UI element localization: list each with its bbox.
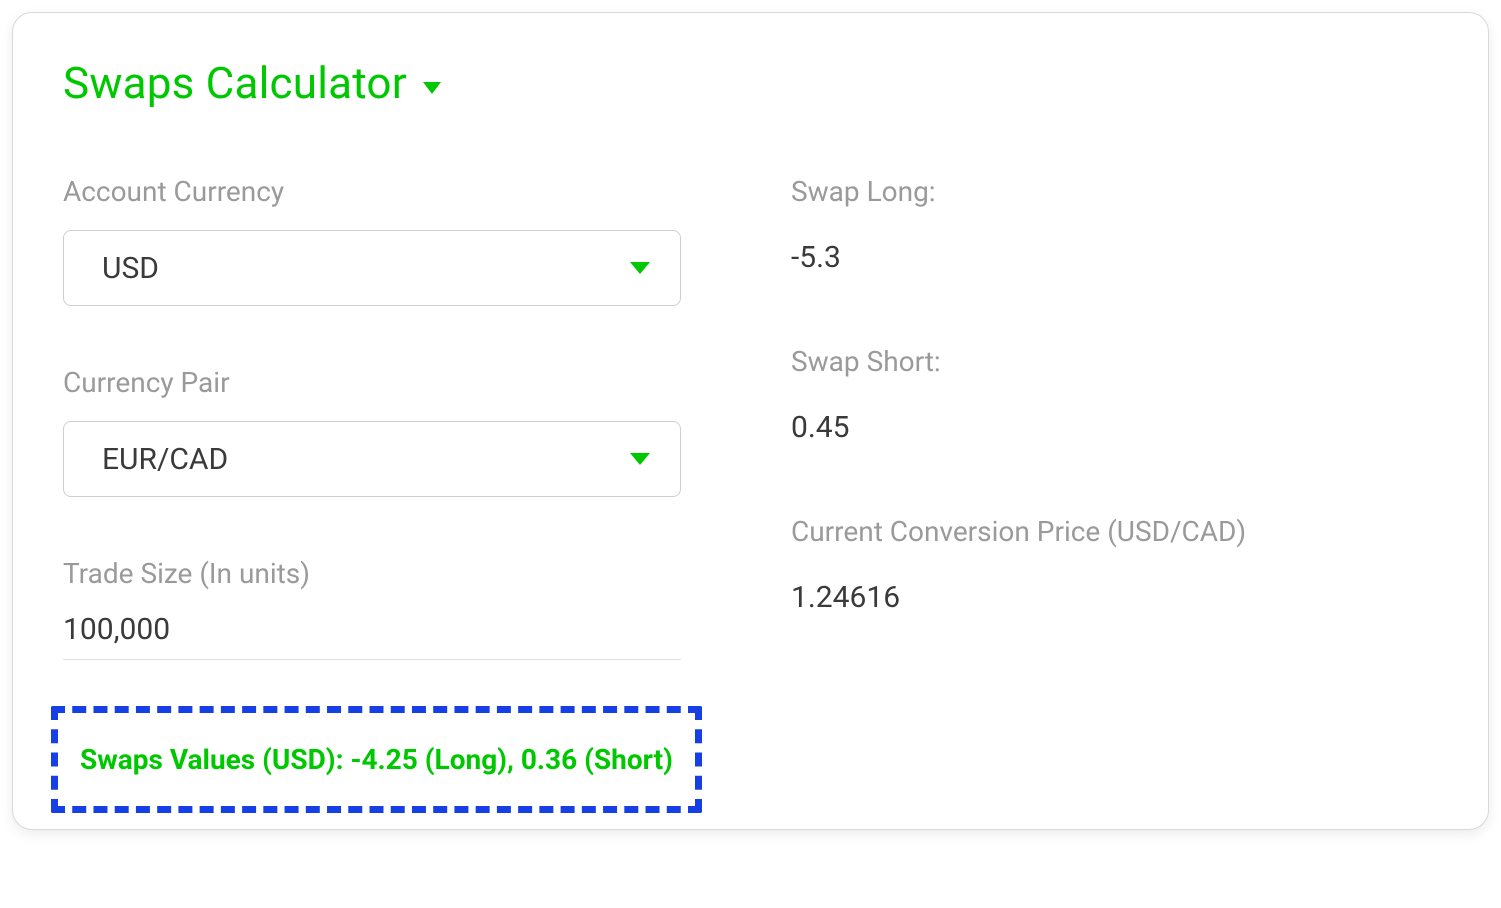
swap-long-label: Swap Long: [791, 175, 1438, 208]
caret-down-icon [630, 453, 650, 465]
swaps-calculator-card: Swaps Calculator Account Currency USD Cu… [12, 12, 1489, 830]
page-title: Swaps Calculator [63, 57, 407, 109]
swap-short-label: Swap Short: [791, 345, 1438, 378]
conversion-price-group: Current Conversion Price (USD/CAD) 1.246… [791, 515, 1438, 615]
currency-pair-label: Currency Pair [63, 366, 681, 399]
currency-pair-select[interactable]: EUR/CAD [63, 421, 681, 497]
account-currency-value: USD [102, 251, 159, 286]
swap-long-value: -5.3 [791, 240, 1438, 275]
swap-short-group: Swap Short: 0.45 [791, 345, 1438, 445]
caret-down-icon [630, 262, 650, 274]
swaps-values-highlight: Swaps Values (USD): -4.25 (Long), 0.36 (… [51, 706, 702, 813]
account-currency-label: Account Currency [63, 175, 681, 208]
account-currency-field: Account Currency USD [63, 175, 681, 306]
currency-pair-field: Currency Pair EUR/CAD [63, 366, 681, 497]
title-row: Swaps Calculator [63, 57, 1438, 109]
trade-size-label: Trade Size (In units) [63, 557, 681, 590]
trade-size-input-wrap [63, 612, 681, 660]
caret-down-icon[interactable] [423, 82, 441, 94]
trade-size-input[interactable] [63, 612, 681, 647]
conversion-price-value: 1.24616 [791, 580, 1438, 615]
right-column: Swap Long: -5.3 Swap Short: 0.45 Current… [741, 175, 1438, 720]
swaps-values-text: Swaps Values (USD): -4.25 (Long), 0.36 (… [80, 743, 673, 776]
currency-pair-value: EUR/CAD [102, 442, 228, 477]
swap-short-value: 0.45 [791, 410, 1438, 445]
account-currency-select[interactable]: USD [63, 230, 681, 306]
trade-size-field: Trade Size (In units) [63, 557, 681, 660]
columns: Account Currency USD Currency Pair EUR/C… [63, 175, 1438, 720]
conversion-price-label: Current Conversion Price (USD/CAD) [791, 515, 1438, 548]
left-column: Account Currency USD Currency Pair EUR/C… [63, 175, 681, 720]
swap-long-group: Swap Long: -5.3 [791, 175, 1438, 275]
